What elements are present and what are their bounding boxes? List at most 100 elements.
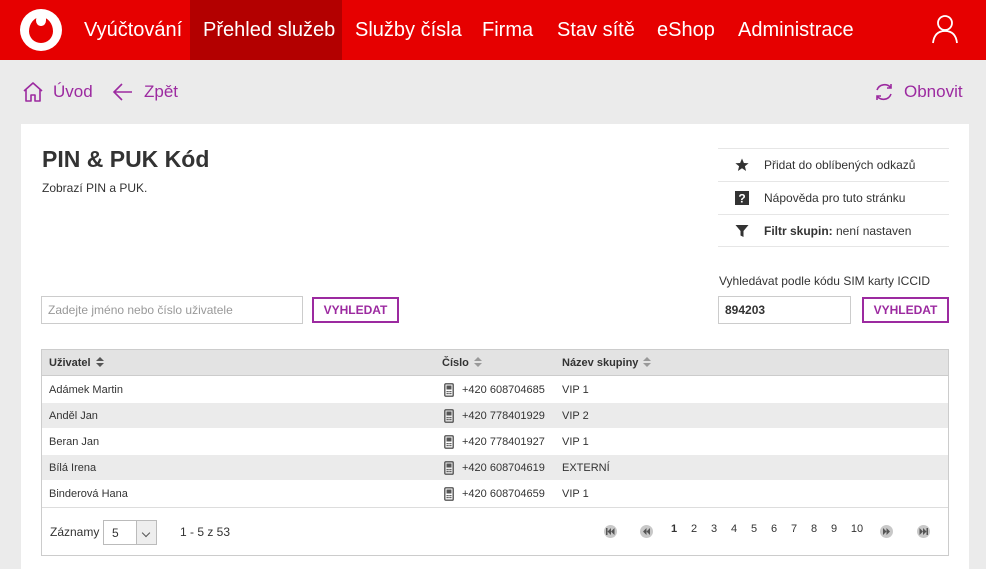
nav-item-services-overview[interactable]: Přehled služeb: [190, 0, 342, 60]
previous-page-button[interactable]: [640, 525, 653, 538]
cell-number: +420 608704619: [462, 462, 545, 474]
first-page-icon: [606, 528, 615, 535]
help-icon: ?: [735, 191, 749, 205]
cell-number: +420 608704685: [462, 384, 545, 396]
group-filter-value: není nastaven: [832, 224, 912, 238]
quick-links: Přidat do oblíbených odkazů ? Nápověda p…: [718, 148, 949, 247]
back-label: Zpět: [144, 82, 179, 101]
cell-user: Beran Jan: [49, 436, 100, 448]
iccid-search-label: Vyhledávat podle kódu SIM karty ICCID: [719, 274, 930, 288]
records-label: Záznamy: [50, 525, 100, 539]
table-footer: Záznamy 5 1 - 5 z 53 1 2 3 4 5 6 7 8 9 10: [42, 507, 948, 555]
page-title: PIN & PUK Kód: [42, 146, 210, 172]
mobile-phone-icon: [444, 461, 454, 475]
back-link[interactable]: Zpět: [112, 80, 180, 104]
column-header-group-label: Název skupiny: [562, 357, 639, 369]
nav-item-billing[interactable]: Vyúčtování: [84, 0, 182, 60]
page-number-10[interactable]: 10: [847, 523, 867, 535]
group-filter-link[interactable]: Filtr skupin: není nastaven: [718, 214, 949, 247]
last-page-icon: [919, 528, 928, 535]
refresh-icon: [876, 83, 892, 101]
home-label: Úvod: [53, 82, 93, 101]
first-page-button[interactable]: [604, 525, 617, 538]
cell-number: +420 608704659: [462, 488, 545, 500]
cell-group: VIP 1: [562, 436, 589, 448]
user-icon[interactable]: [931, 14, 959, 44]
sort-icon: [473, 357, 482, 367]
help-label: Nápověda pro tuto stránku: [764, 191, 906, 205]
next-page-button[interactable]: [880, 525, 893, 538]
iccid-search-button[interactable]: VYHLEDAT: [862, 297, 949, 323]
iccid-search-input[interactable]: [718, 296, 851, 324]
table-row[interactable]: Anděl Jan +420 778401929 VIP 2: [42, 403, 948, 429]
table-row[interactable]: Beran Jan +420 778401927 VIP 1: [42, 429, 948, 455]
table-header: Uživatel Číslo Název skupiny: [42, 350, 948, 376]
refresh-link[interactable]: Obnovit: [873, 80, 963, 104]
sort-icon: [95, 357, 104, 367]
cell-number: +420 778401929: [462, 410, 545, 422]
group-filter-text: Filtr skupin: není nastaven: [764, 215, 911, 247]
home-icon: [23, 82, 43, 102]
page-number-3[interactable]: 3: [704, 523, 724, 535]
page-number-9[interactable]: 9: [824, 523, 844, 535]
page-number-1[interactable]: 1: [664, 523, 684, 535]
page-number-7[interactable]: 7: [784, 523, 804, 535]
column-header-user[interactable]: Uživatel: [49, 350, 104, 376]
column-header-user-label: Uživatel: [49, 357, 91, 369]
mobile-phone-icon: [444, 409, 454, 423]
mobile-phone-icon: [444, 487, 454, 501]
refresh-label: Obnovit: [904, 82, 963, 101]
page-subtitle: Zobrazí PIN a PUK.: [42, 181, 148, 195]
column-header-number[interactable]: Číslo: [442, 350, 482, 376]
cell-user: Bílá Irena: [49, 462, 97, 474]
nav-item-network-status[interactable]: Stav sítě: [557, 0, 635, 60]
next-page-icon: [883, 528, 890, 535]
cell-number: +420 778401927: [462, 436, 545, 448]
filter-icon: [735, 225, 749, 237]
records-range: 1 - 5 z 53: [180, 525, 231, 539]
page-number-2[interactable]: 2: [684, 523, 704, 535]
arrow-left-icon: [112, 83, 132, 101]
home-link[interactable]: Úvod: [22, 80, 94, 104]
top-navigation: Vyúčtování Přehled služeb Služby čísla F…: [0, 0, 986, 60]
add-favorite-label: Přidat do oblíbených odkazů: [764, 158, 916, 172]
chevron-down-icon: [136, 521, 156, 544]
user-search-input[interactable]: [41, 296, 303, 324]
vodafone-logo[interactable]: [20, 9, 62, 51]
column-header-number-label: Číslo: [442, 357, 469, 369]
last-page-button[interactable]: [917, 525, 930, 538]
cell-user: Anděl Jan: [49, 410, 98, 422]
content-card: PIN & PUK Kód Zobrazí PIN a PUK. Přidat …: [21, 124, 969, 569]
user-search-button[interactable]: VYHLEDAT: [312, 297, 399, 323]
mobile-phone-icon: [444, 435, 454, 449]
cell-group: VIP 1: [562, 488, 589, 500]
nav-item-administration[interactable]: Administrace: [738, 0, 854, 60]
page-number-4[interactable]: 4: [724, 523, 744, 535]
help-link[interactable]: ? Nápověda pro tuto stránku: [718, 181, 949, 214]
table-row[interactable]: Bílá Irena +420 608704619 EXTERNÍ: [42, 455, 948, 481]
records-per-page-value: 5: [112, 526, 119, 540]
page-number-6[interactable]: 6: [764, 523, 784, 535]
table-row[interactable]: Adámek Martin +420 608704685 VIP 1: [42, 377, 948, 403]
add-favorite-link[interactable]: Přidat do oblíbených odkazů: [718, 148, 949, 181]
cell-group: VIP 1: [562, 384, 589, 396]
mobile-phone-icon: [444, 383, 454, 397]
page-number-5[interactable]: 5: [744, 523, 764, 535]
records-per-page-select[interactable]: 5: [103, 520, 157, 545]
cell-group: VIP 2: [562, 410, 589, 422]
star-icon: [735, 158, 749, 171]
nav-item-company[interactable]: Firma: [482, 0, 533, 60]
sort-icon: [643, 357, 652, 367]
group-filter-label: Filtr skupin:: [764, 224, 833, 238]
column-header-group[interactable]: Název skupiny: [562, 350, 652, 376]
table-body: Adámek Martin +420 608704685 VIP 1 Anděl Ja…: [42, 377, 948, 507]
nav-item-number-services[interactable]: Služby čísla: [355, 0, 462, 60]
table-row[interactable]: Binderová Hana +420 608704659 VIP 1: [42, 481, 948, 507]
page-number-8[interactable]: 8: [804, 523, 824, 535]
nav-item-eshop[interactable]: eShop: [657, 0, 715, 60]
cell-user: Binderová Hana: [49, 488, 128, 500]
users-table: Uživatel Číslo Název skupiny Adámek Mart…: [41, 349, 949, 556]
svg-text:?: ?: [738, 192, 745, 206]
cell-user: Adámek Martin: [49, 384, 123, 396]
cell-group: EXTERNÍ: [562, 462, 610, 474]
